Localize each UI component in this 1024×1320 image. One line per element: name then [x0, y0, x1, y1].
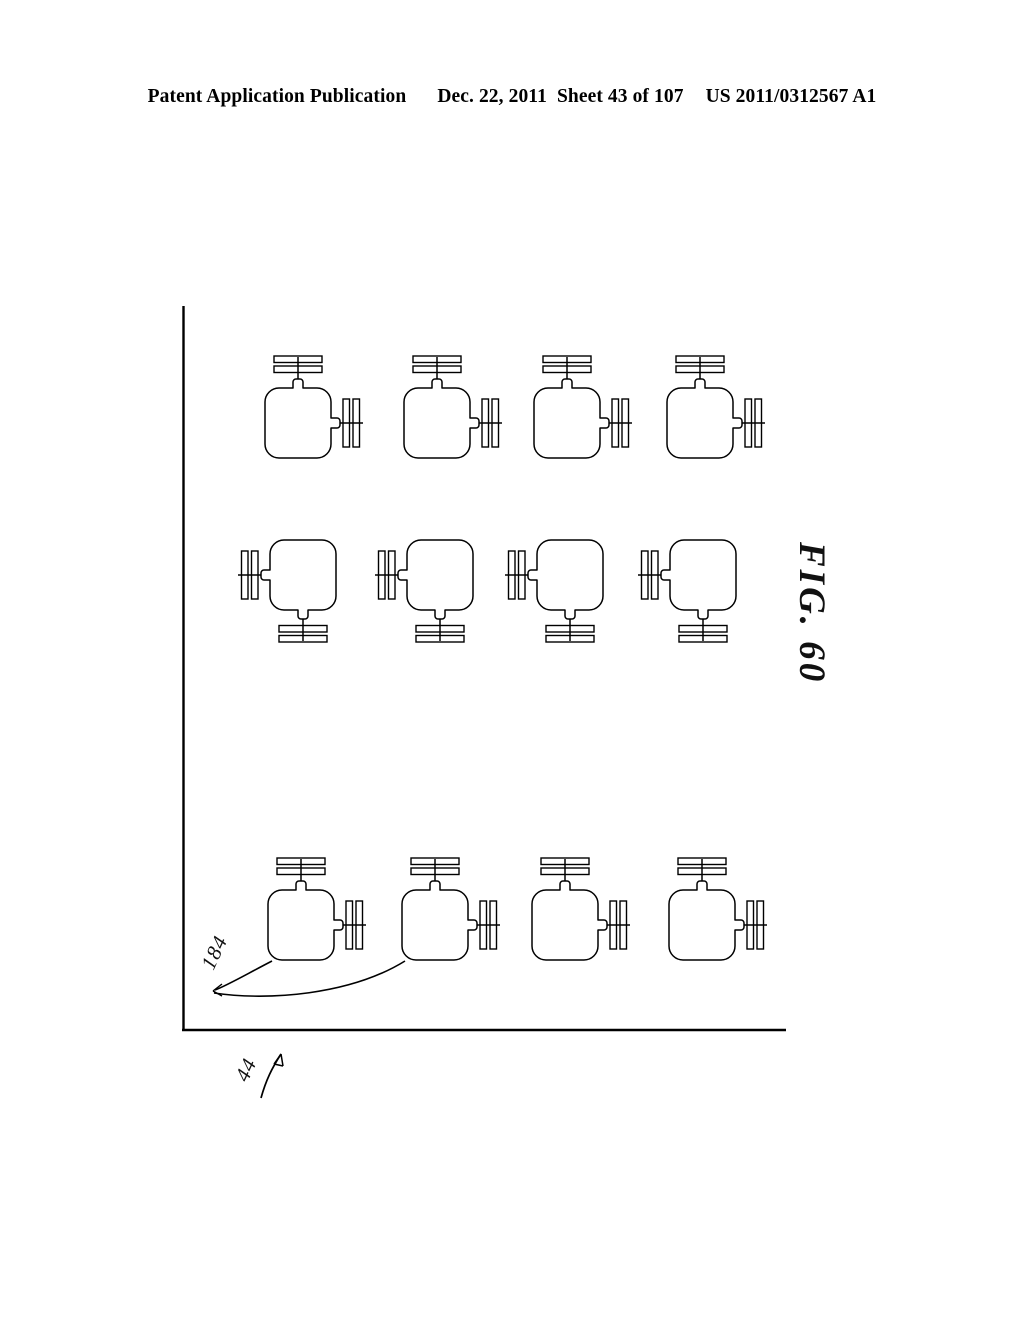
cell-unit	[531, 857, 631, 961]
figure-caption: FIG. 60	[791, 542, 832, 685]
cell-row-bottom	[267, 857, 768, 961]
cell-unit	[401, 857, 501, 961]
cell-unit	[403, 355, 503, 459]
leader-line-184-b	[213, 960, 406, 997]
cell-unit	[267, 857, 367, 961]
leader-curve-44	[260, 1053, 282, 1099]
figure-svg-canvas	[182, 306, 786, 1099]
cell-unit	[533, 355, 633, 459]
cell-unit	[264, 355, 364, 459]
cell-unit	[504, 539, 604, 643]
leader-line-184-a	[214, 960, 273, 991]
cell-unit	[637, 539, 737, 643]
leader-lines-184	[212, 960, 406, 997]
cell-row-top	[264, 355, 766, 459]
cell-unit	[668, 857, 768, 961]
leader-arrowhead-44	[273, 1053, 284, 1067]
figure-frame-lines	[182, 306, 786, 1032]
leader-line-44	[260, 1053, 284, 1099]
cell-unit	[237, 539, 337, 643]
cell-unit	[666, 355, 766, 459]
cell-unit	[374, 539, 474, 643]
cell-row-middle	[237, 539, 737, 643]
patent-figure-drawing	[0, 0, 1024, 1320]
